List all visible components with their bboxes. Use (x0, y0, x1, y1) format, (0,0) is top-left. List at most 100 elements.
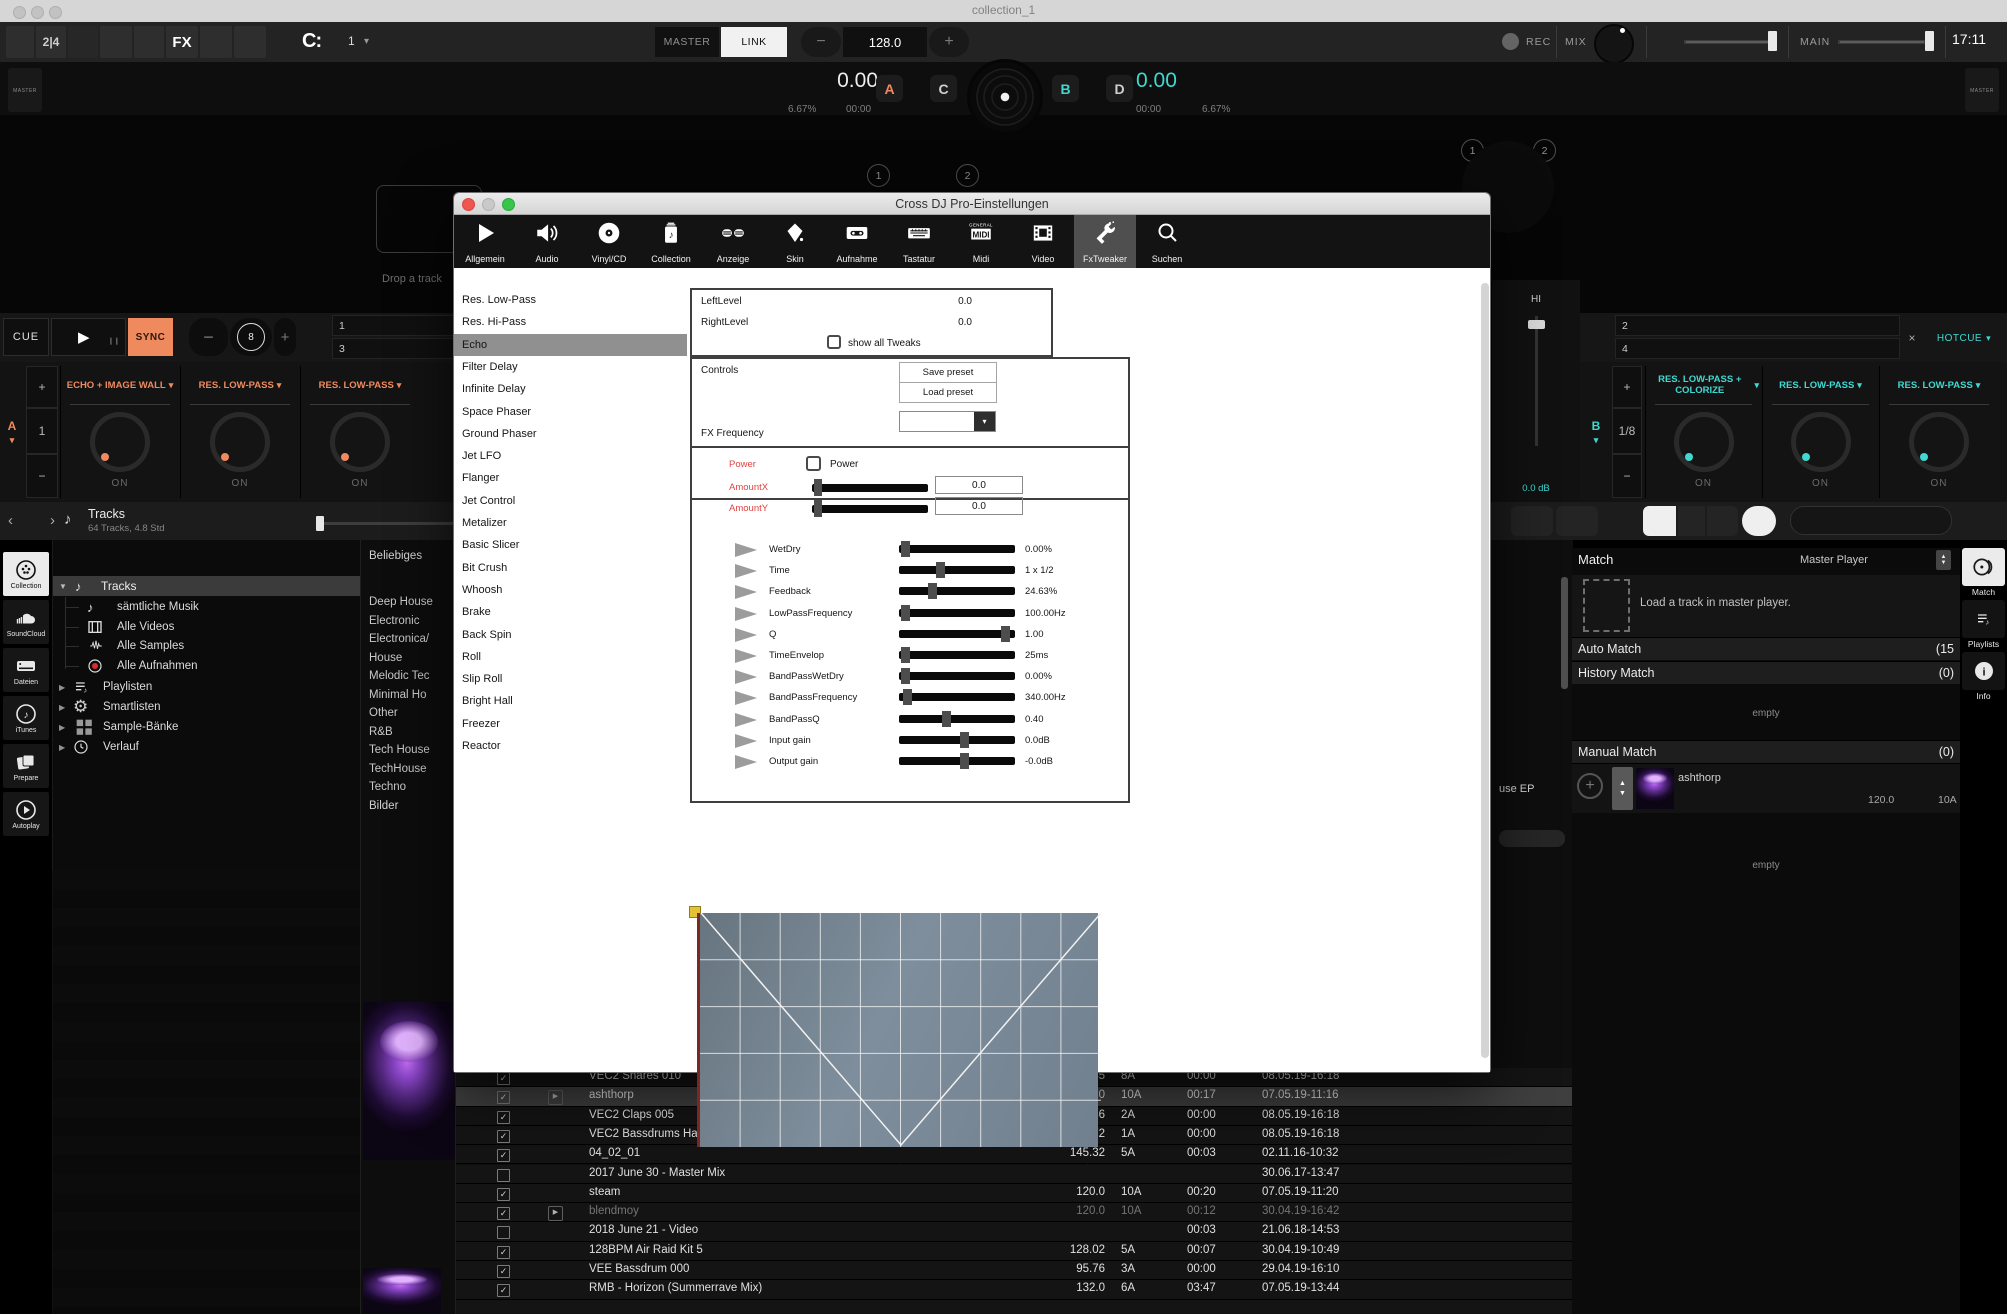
sidebar-item-prepare[interactable]: Prepare (3, 744, 49, 788)
param-slider[interactable] (899, 672, 1015, 680)
eq-hi-fader-handle[interactable] (1528, 320, 1545, 329)
fx-on-toggle[interactable]: ON (301, 478, 419, 489)
tree-item-verlauf[interactable]: ▶Verlauf (53, 737, 361, 757)
fx-assign-b[interactable]: B▾ (1588, 420, 1604, 447)
tree-item-alle-samples[interactable]: Alle Samples (53, 636, 361, 656)
record-button[interactable] (1502, 33, 1519, 50)
deck-a-button[interactable]: A (876, 75, 903, 102)
tab-suchen[interactable]: Suchen (1136, 215, 1198, 268)
expand-arrow-icon[interactable]: ▶ (59, 723, 65, 732)
tree-item-playlisten[interactable]: ▶♪Playlisten (53, 677, 361, 697)
fx-knob[interactable] (1674, 412, 1734, 472)
param-slider-handle[interactable] (901, 647, 910, 663)
fx-slot-res-low-pass[interactable]: RES. LOW-PASS▾ ON (300, 366, 419, 498)
fx-on-toggle[interactable]: ON (1646, 478, 1761, 489)
fx-bank-plus-right[interactable]: + (1612, 366, 1642, 408)
detail-view-button[interactable] (1678, 506, 1705, 536)
effect-item-flanger[interactable]: Flanger (454, 467, 687, 489)
bpm-increase-button[interactable]: + (929, 27, 969, 57)
param-slider-handle[interactable] (903, 689, 912, 705)
deck-count-select[interactable]: 1 (348, 34, 355, 48)
loop-decrease-button[interactable]: − (189, 318, 228, 356)
tab-midi[interactable]: GENERALMIDIMidi (950, 215, 1012, 268)
table-row-04-02-01[interactable]: ✓04_02_01145.325A00:0302.11.16-10:32 (456, 1145, 1581, 1164)
xy-pad[interactable] (697, 913, 1098, 1147)
effect-item-jet-lfo[interactable]: Jet LFO (454, 445, 687, 467)
side-tab-tile[interactable]: ♪ (1962, 600, 2005, 638)
param-slider-handle[interactable] (960, 732, 969, 748)
row-checkbox[interactable]: ✓ (497, 1149, 510, 1162)
param-slider-handle[interactable] (960, 753, 969, 769)
effect-item-jet-control[interactable]: Jet Control (454, 490, 687, 512)
deck-b-button[interactable]: B (1052, 75, 1079, 102)
fx-on-toggle[interactable]: ON (1763, 478, 1878, 489)
match-drop-zone[interactable]: Load a track in master player. (1572, 575, 1960, 637)
effect-item-filter-delay[interactable]: Filter Delay (454, 356, 687, 378)
fx-slot-label[interactable]: RES. LOW-PASS▾ (301, 369, 419, 401)
amount-slider[interactable] (812, 505, 928, 513)
tab-anzeige[interactable]: Anzeige (702, 215, 764, 268)
fx-on-toggle[interactable]: ON (61, 478, 179, 489)
param-slider[interactable] (899, 693, 1015, 701)
param-expand-icon[interactable] (735, 670, 757, 684)
param-expand-icon[interactable] (735, 734, 757, 748)
fx-slot-label[interactable]: ECHO + IMAGE WALL▾ (61, 369, 179, 401)
effect-item-back-spin[interactable]: Back Spin (454, 624, 687, 646)
fx-slot-label[interactable]: RES. LOW-PASS + COLORIZE▾ (1646, 369, 1761, 401)
fx-knob[interactable] (1909, 412, 1969, 472)
tree-item-tracks[interactable]: ▼♪Tracks (53, 576, 361, 596)
genre-item-minimal-ho[interactable]: Minimal Ho (369, 689, 427, 701)
eq-hi-fader[interactable] (1535, 316, 1538, 446)
param-expand-icon[interactable] (735, 649, 757, 663)
genre-item-tech-house[interactable]: Tech House (369, 744, 430, 756)
genre-item-techhouse[interactable]: TechHouse (369, 763, 427, 775)
side-tab-playlists[interactable]: ♪Playlists (1960, 600, 2007, 652)
effect-item-space-phaser[interactable]: Space Phaser (454, 401, 687, 423)
param-expand-icon[interactable] (735, 691, 757, 705)
nav-back-icon[interactable]: ‹ (8, 512, 13, 529)
sidebar-item-soundcloud[interactable]: SoundCloud (3, 600, 49, 644)
sync-button[interactable]: SYNC (128, 318, 173, 356)
table-scrollbar[interactable] (1561, 577, 1568, 689)
match-player-select[interactable]: Master Player (1800, 554, 1868, 566)
expand-arrow-icon[interactable]: ▶ (59, 703, 65, 712)
param-expand-icon[interactable] (735, 543, 757, 557)
genre-item-techno[interactable]: Techno (369, 781, 406, 793)
row-checkbox[interactable]: ✓ (497, 1207, 510, 1220)
dropdown-arrow-icon[interactable]: ▾ (974, 412, 995, 431)
settings-button[interactable] (6, 26, 34, 58)
param-slider[interactable] (899, 587, 1015, 595)
param-slider[interactable] (899, 566, 1015, 574)
row-checkbox[interactable] (497, 1169, 510, 1182)
tab-vinyl-cd[interactable]: Vinyl/CD (578, 215, 640, 268)
effect-item-freezer[interactable]: Freezer (454, 713, 687, 735)
effect-item-res-low-pass[interactable]: Res. Low-Pass (454, 289, 687, 311)
fx-slot-res-low-pass[interactable]: RES. LOW-PASS▾ON (1879, 366, 1998, 498)
amount-slider-handle[interactable] (814, 479, 822, 496)
cover-art-partial[interactable] (363, 1268, 441, 1314)
fx-bank-number-right[interactable]: 1/8 (1612, 408, 1642, 454)
param-slider[interactable] (899, 630, 1015, 638)
row-checkbox[interactable]: ✓ (497, 1284, 510, 1297)
fx-assign-a[interactable]: A▾ (4, 420, 20, 447)
play-button[interactable]: ▶ ❙❙ (51, 318, 126, 356)
amount-slider[interactable] (812, 484, 928, 492)
side-tab-info[interactable]: iInfo (1960, 652, 2007, 704)
effect-item-ground-phaser[interactable]: Ground Phaser (454, 423, 687, 445)
tree-item-alle-aufnahmen[interactable]: Alle Aufnahmen (53, 656, 361, 676)
fx-knob[interactable] (330, 412, 390, 472)
loop-mode-button[interactable] (100, 26, 132, 58)
effect-item-slip-roll[interactable]: Slip Roll (454, 668, 687, 690)
table-row-steam[interactable]: ✓steam120.010A00:2007.05.19-11:20 (456, 1184, 1581, 1203)
mix-knob[interactable] (1594, 24, 1634, 64)
param-slider[interactable] (899, 736, 1015, 744)
effect-item-basic-slicer[interactable]: Basic Slicer (454, 534, 687, 556)
fx-slot-label[interactable]: RES. LOW-PASS▾ (1763, 369, 1878, 401)
genre-item-electronica-[interactable]: Electronica/ (369, 633, 429, 645)
tempo-link-button[interactable]: LINK (721, 27, 787, 57)
dialog-scrollbar[interactable] (1481, 283, 1489, 1058)
fx-slot-res-low-pass[interactable]: RES. LOW-PASS▾ ON (1762, 366, 1878, 498)
load-preset-button[interactable]: Load preset (899, 382, 997, 403)
row-checkbox[interactable] (497, 1226, 510, 1239)
tab-tastatur[interactable]: Tastatur (888, 215, 950, 268)
